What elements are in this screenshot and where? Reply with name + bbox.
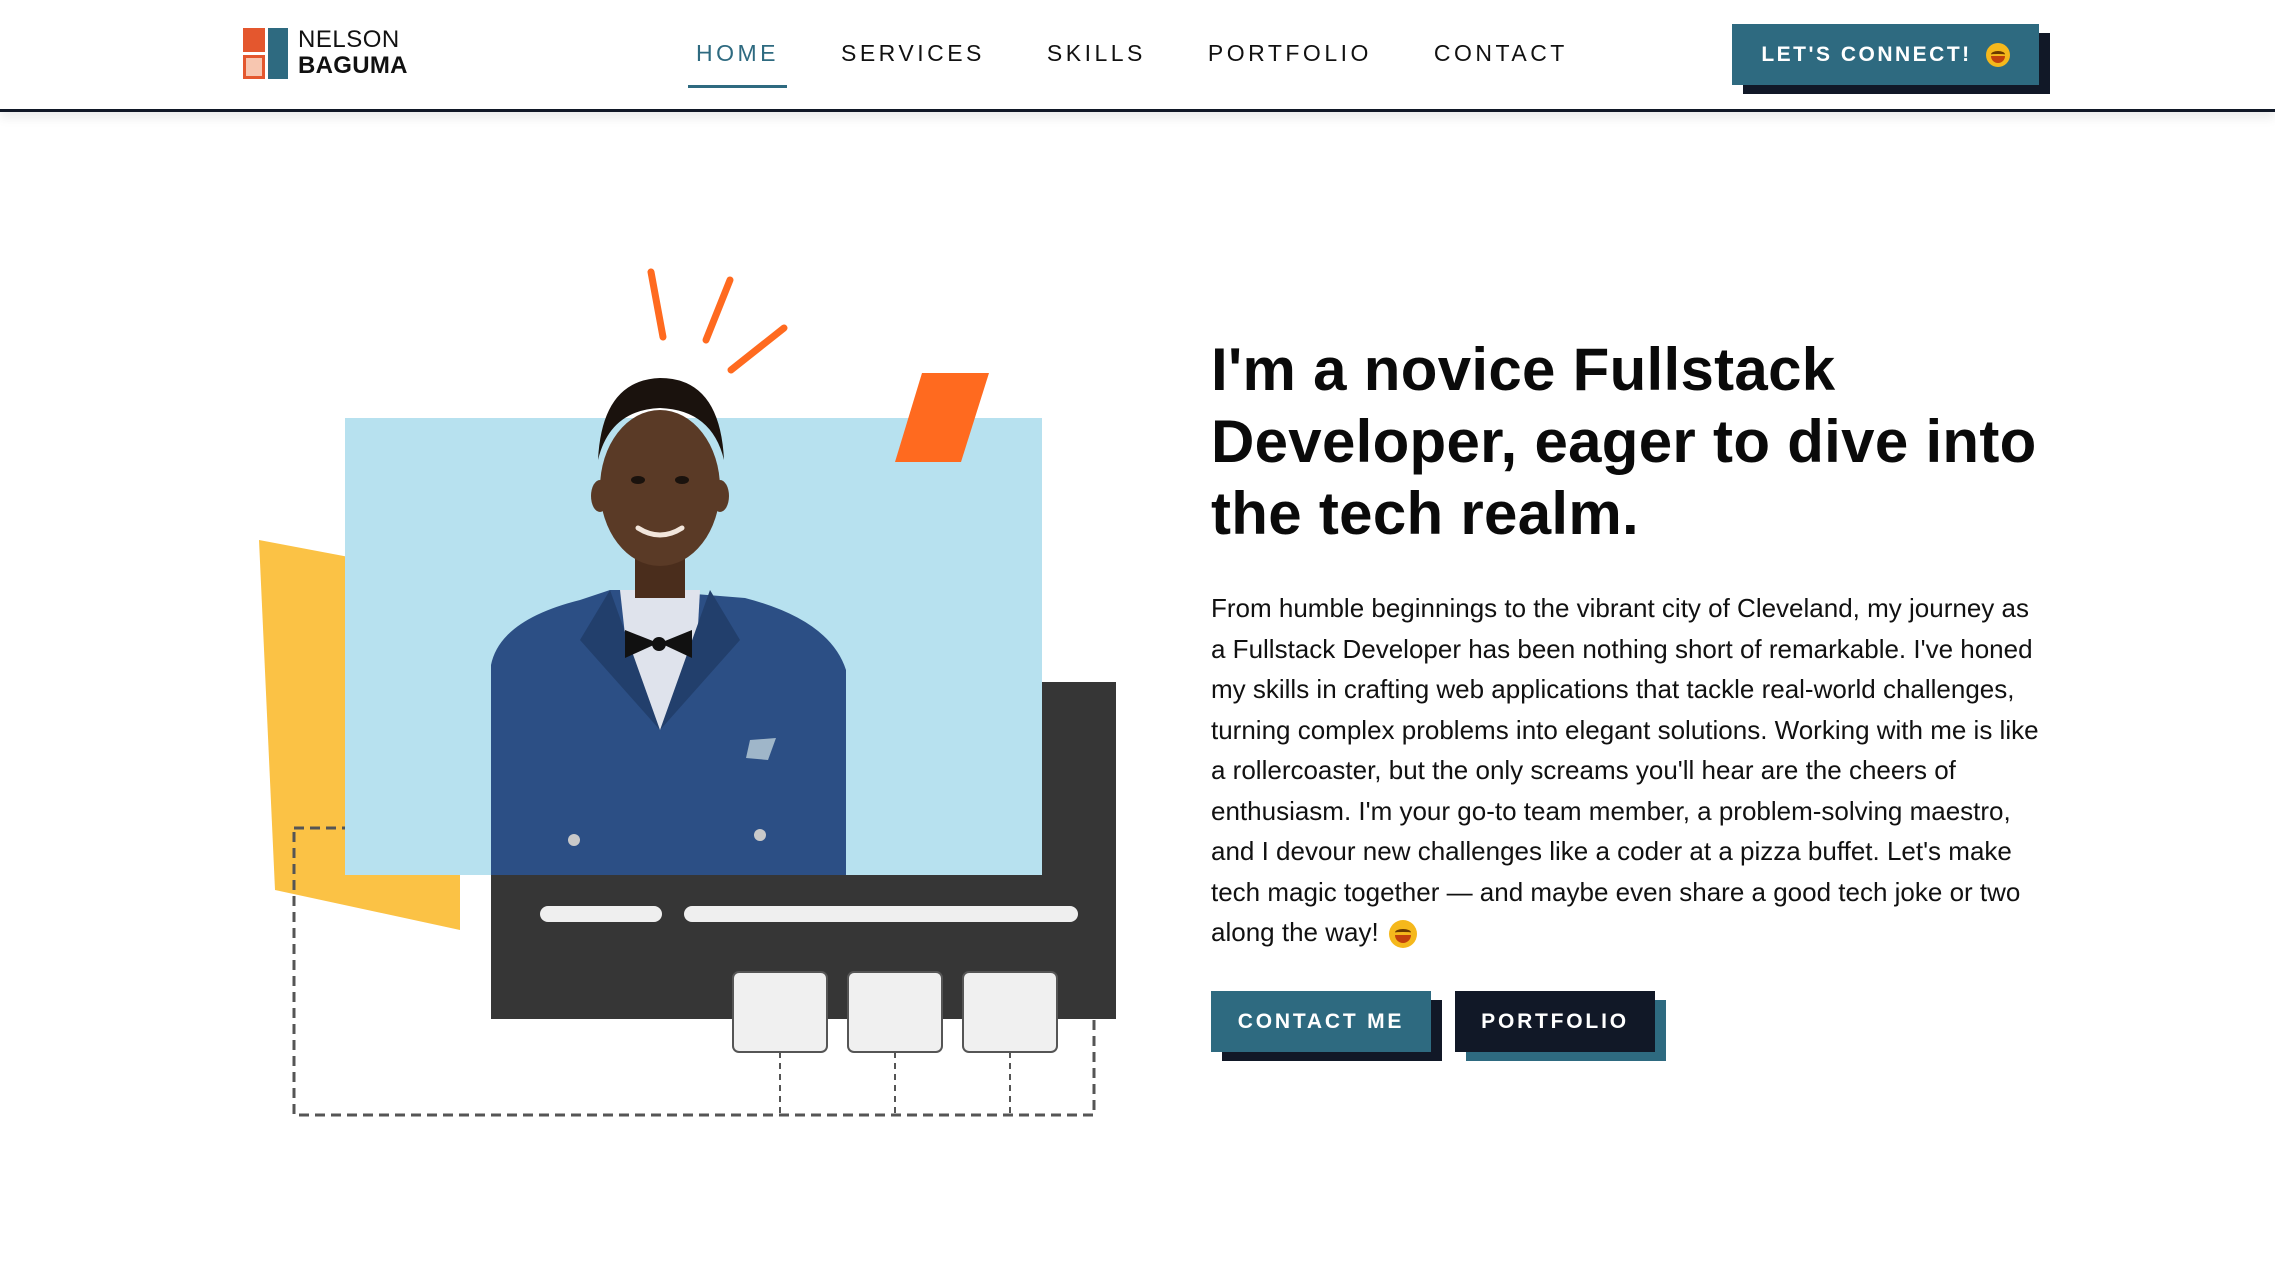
logo-text: NELSON BAGUMA	[298, 27, 408, 79]
logo-line-2: BAGUMA	[298, 52, 408, 79]
nav-services[interactable]: SERVICES	[833, 36, 993, 88]
ui-bar-short	[540, 906, 662, 922]
hero-bio: From humble beginnings to the vibrant ci…	[1211, 588, 2041, 953]
main-nav: HOME SERVICES SKILLS PORTFOLIO CONTACT	[688, 36, 1622, 88]
site-header: NELSON BAGUMA HOME SERVICES SKILLS PORTF…	[0, 0, 2275, 112]
grinning-face-icon	[1985, 42, 2010, 67]
lets-connect-label: LET'S CONNECT!	[1761, 42, 1972, 66]
logo[interactable]: NELSON BAGUMA	[243, 27, 408, 79]
nav-contact[interactable]: CONTACT	[1426, 36, 1576, 88]
hero-bio-text: From humble beginnings to the vibrant ci…	[1211, 593, 2039, 947]
ui-square-3	[962, 971, 1058, 1053]
portfolio-button[interactable]: PORTFOLIO	[1455, 991, 1655, 1052]
nav-skills[interactable]: SKILLS	[1039, 36, 1154, 88]
hero-headline: I'm a novice Fullstack Developer, eager …	[1211, 336, 2037, 547]
nav-portfolio[interactable]: PORTFOLIO	[1200, 36, 1380, 88]
ui-bar-long	[684, 906, 1078, 922]
hero-illustration	[259, 268, 1116, 1117]
contact-me-button[interactable]: CONTACT ME	[1211, 991, 1431, 1052]
logo-mark-icon	[243, 27, 288, 79]
grinning-face-icon	[1388, 920, 1417, 949]
lets-connect-button[interactable]: LET'S CONNECT!	[1732, 24, 2039, 85]
spark-stroke-3	[727, 324, 788, 374]
ui-square-1	[732, 971, 828, 1053]
spark-stroke-2	[702, 276, 734, 344]
ui-square-2	[847, 971, 943, 1053]
spark-stroke-1	[647, 268, 667, 341]
nav-home[interactable]: HOME	[688, 36, 787, 88]
logo-line-1: NELSON	[298, 26, 400, 53]
